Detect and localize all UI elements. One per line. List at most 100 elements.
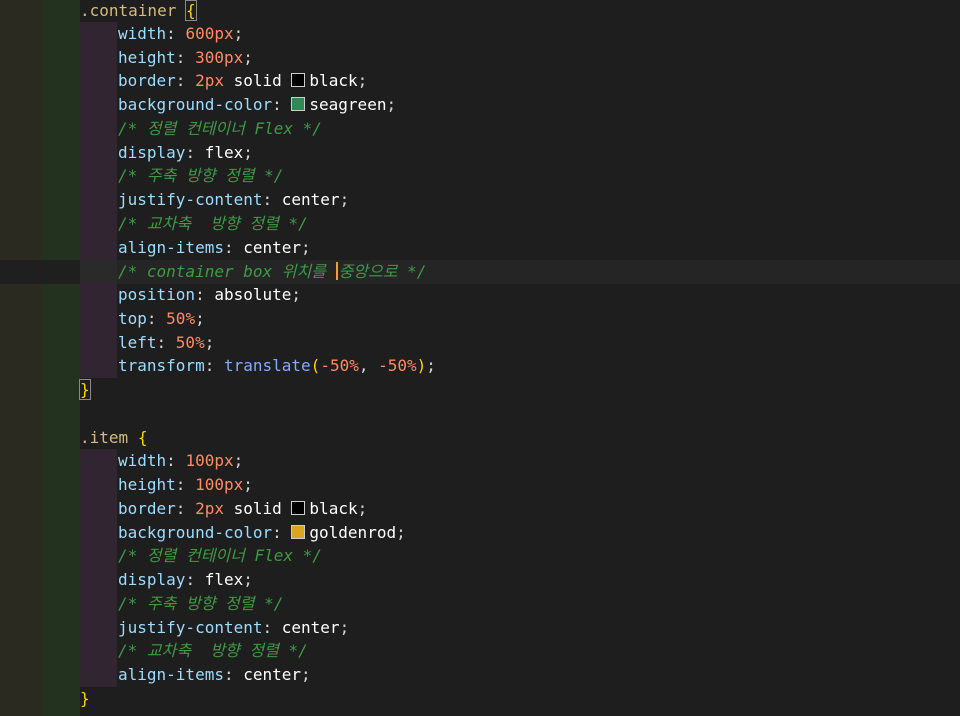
code-line[interactable]: .item { <box>0 426 960 450</box>
indent-marker <box>80 568 117 592</box>
indent-marker <box>80 69 117 93</box>
css-value: center <box>243 238 302 257</box>
css-property: background-color <box>118 523 273 542</box>
code-line[interactable]: display: flex; <box>0 141 960 165</box>
indent-marker <box>80 497 117 521</box>
code-line[interactable]: width: 600px; <box>0 22 960 46</box>
code-line[interactable]: } <box>0 687 960 711</box>
indent-marker <box>80 93 117 117</box>
css-property: justify-content <box>118 190 263 209</box>
code-editor[interactable]: .container { width: 600px; height: 300px… <box>0 0 960 716</box>
text-cursor <box>335 262 338 280</box>
indent-marker <box>80 449 117 473</box>
css-property: display <box>118 143 186 162</box>
indent-marker <box>80 544 117 568</box>
css-selector: .container <box>80 1 177 20</box>
css-property: height <box>118 48 176 67</box>
indent-marker <box>80 639 117 663</box>
current-code-line[interactable]: /* container box 위치를 중앙으로 */ <box>0 260 960 284</box>
css-function: translate <box>223 356 311 375</box>
indent-marker <box>80 473 117 497</box>
css-property: align-items <box>118 238 224 257</box>
code-line[interactable]: /* 정렬 컨테이너 Flex */ <box>0 544 960 568</box>
color-swatch-icon[interactable] <box>291 73 306 87</box>
code-line[interactable]: position: absolute; <box>0 283 960 307</box>
code-line[interactable]: align-items: center; <box>0 236 960 260</box>
css-number: 2px <box>195 71 224 90</box>
code-line[interactable]: justify-content: center; <box>0 188 960 212</box>
indent-marker <box>80 117 117 141</box>
code-line[interactable]: /* 주축 방향 정렬 */ <box>0 164 960 188</box>
indent-marker <box>80 22 117 46</box>
code-comment: /* 정렬 컨테이너 Flex */ <box>118 119 322 138</box>
code-line[interactable]: top: 50%; <box>0 307 960 331</box>
css-value: center <box>243 665 302 684</box>
css-value: absolute <box>214 285 292 304</box>
code-line[interactable]: width: 100px; <box>0 449 960 473</box>
indent-marker <box>80 307 117 331</box>
code-line[interactable]: display: flex; <box>0 568 960 592</box>
code-line[interactable]: /* 정렬 컨테이너 Flex */ <box>0 117 960 141</box>
css-value: flex <box>204 143 244 162</box>
css-value: black <box>309 71 358 90</box>
color-swatch-icon[interactable] <box>291 525 306 539</box>
css-property: top <box>118 309 147 328</box>
css-selector: .item <box>80 428 129 447</box>
css-property: width <box>118 451 167 470</box>
css-value: solid <box>233 71 282 90</box>
css-value: solid <box>233 499 282 518</box>
code-comment: /* 교차축 방향 정렬 */ <box>118 214 308 233</box>
code-line[interactable]: justify-content: center; <box>0 616 960 640</box>
color-swatch-icon[interactable] <box>291 501 306 515</box>
code-line[interactable]: /* 교차축 방향 정렬 */ <box>0 639 960 663</box>
code-line-blank[interactable] <box>0 402 960 426</box>
code-comment: /* 교차축 방향 정렬 */ <box>118 641 308 660</box>
css-property: align-items <box>118 665 224 684</box>
indent-marker <box>80 521 117 545</box>
indent-marker <box>80 616 117 640</box>
indent-marker <box>80 141 117 165</box>
css-number: 300px <box>195 48 244 67</box>
code-line[interactable]: background-color: goldenrod; <box>0 521 960 545</box>
code-line[interactable]: border: 2px solid black; <box>0 497 960 521</box>
css-number: 2px <box>195 499 224 518</box>
css-property: border <box>118 71 176 90</box>
open-brace: { <box>185 0 197 21</box>
code-line[interactable]: height: 100px; <box>0 473 960 497</box>
css-property: justify-content <box>118 618 263 637</box>
css-number: 100px <box>195 475 244 494</box>
indent-marker <box>80 283 117 307</box>
code-comment: /* 정렬 컨테이너 Flex */ <box>118 546 322 565</box>
code-line[interactable]: } <box>0 378 960 402</box>
indent-marker <box>80 164 117 188</box>
code-line[interactable]: background-color: seagreen; <box>0 93 960 117</box>
indent-marker <box>80 354 117 378</box>
css-property: width <box>118 24 167 43</box>
css-value: flex <box>204 570 244 589</box>
code-line[interactable]: /* 주축 방향 정렬 */ <box>0 592 960 616</box>
code-comment: 중앙으로 */ <box>338 262 427 281</box>
css-property: display <box>118 570 186 589</box>
code-line[interactable]: /* 교차축 방향 정렬 */ <box>0 212 960 236</box>
css-number: 100px <box>185 451 234 470</box>
code-line[interactable]: transform: translate(-50%, -50%); <box>0 354 960 378</box>
css-value: center <box>281 190 340 209</box>
code-line[interactable]: left: 50%; <box>0 331 960 355</box>
css-number: 50% <box>166 309 196 328</box>
css-number: -50% <box>320 356 359 375</box>
indent-marker <box>80 188 117 212</box>
indent-marker <box>80 663 117 687</box>
css-value: black <box>309 499 358 518</box>
code-line[interactable]: height: 300px; <box>0 46 960 70</box>
code-line[interactable]: .container { <box>0 0 960 23</box>
css-number: 600px <box>185 24 234 43</box>
code-line[interactable]: border: 2px solid black; <box>0 69 960 93</box>
code-line[interactable]: align-items: center; <box>0 663 960 687</box>
color-swatch-icon[interactable] <box>291 97 306 111</box>
css-number: 50% <box>175 333 205 352</box>
code-comment: /* container box 위치를 <box>118 262 336 281</box>
indent-marker <box>80 212 117 236</box>
indent-marker <box>80 46 117 70</box>
indent-marker <box>80 331 117 355</box>
css-property: border <box>118 499 176 518</box>
